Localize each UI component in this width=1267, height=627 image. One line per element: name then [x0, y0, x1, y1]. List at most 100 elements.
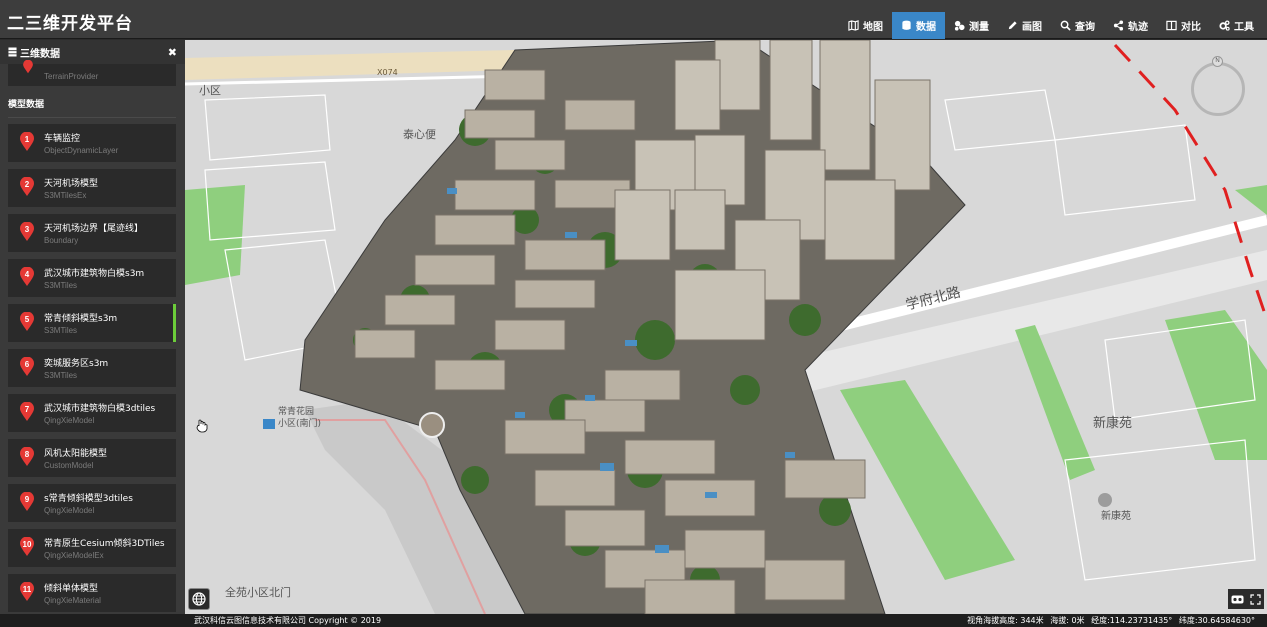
- database-icon: [8, 47, 17, 57]
- sidebar-title: 三维数据: [20, 48, 60, 60]
- nav-query[interactable]: 查询: [1051, 12, 1104, 39]
- item-name: 风机太阳能模型: [44, 449, 108, 459]
- database-icon: [902, 20, 911, 30]
- item-name: 倾斜单体模型: [44, 584, 99, 594]
- north-side-label: 泰心便: [403, 128, 436, 141]
- top-header: 二三维开发平台 地图 数据 测量 画图 查询 轨迹 对比 工具: [0, 0, 1267, 39]
- pencil-icon: [1008, 21, 1017, 30]
- item-type: QingXieModel: [44, 416, 95, 425]
- view-controls: [1228, 589, 1264, 609]
- section-divider: [8, 117, 176, 118]
- item-number: 8: [24, 450, 30, 459]
- terrain-type: TerrainProvider: [44, 72, 99, 81]
- item-number: 4: [24, 270, 30, 279]
- item-name: 常青原生Cesium倾斜3DTiles: [44, 539, 165, 549]
- nav-draw-label: 画图: [1022, 22, 1042, 33]
- app-root: 二三维开发平台 地图 数据 测量 画图 查询 轨迹 对比 工具 三维数据 ✖ T…: [0, 0, 1267, 627]
- search-icon: [1060, 20, 1071, 31]
- item-name: 奕城服务区s3m: [44, 359, 109, 369]
- list-item[interactable]: 2 天河机场模型 S3MTilesEx: [8, 169, 176, 207]
- item-number: 3: [24, 225, 30, 234]
- nav-data-label: 数据: [916, 22, 936, 33]
- globe-toggle-button[interactable]: [188, 588, 210, 610]
- map-viewport[interactable]: X074 小区 泰心便 学府北路 新康苑 新康苑 常青花园 小区(南门) 全苑小…: [185, 40, 1267, 614]
- compass-north-icon: N: [1212, 56, 1223, 67]
- list-item[interactable]: 6 奕城服务区s3m S3MTiles: [8, 349, 176, 387]
- map-scene: [185, 40, 1267, 614]
- district-label: 小区: [199, 84, 221, 97]
- item-type: Boundary: [44, 236, 79, 245]
- changqing-garden-gate-label: 小区(南门): [278, 419, 322, 429]
- item-type: QingXieModelEx: [44, 551, 104, 560]
- item-type: S3MTilesEx: [44, 191, 87, 200]
- list-item[interactable]: 5 常青倾斜模型s3m S3MTiles: [8, 304, 176, 342]
- list-item[interactable]: 11 倾斜单体模型 QingXieMaterial: [8, 574, 176, 612]
- item-type: S3MTiles: [44, 281, 78, 290]
- nav-compare-label: 对比: [1181, 22, 1201, 33]
- nav-compare[interactable]: 对比: [1157, 12, 1210, 39]
- list-item[interactable]: 1 车辆监控 ObjectDynamicLayer: [8, 124, 176, 162]
- nav-track-label: 轨迹: [1128, 22, 1148, 33]
- navigation-compass[interactable]: [1191, 62, 1245, 116]
- item-type: QingXieModel: [44, 506, 95, 515]
- hand-cursor-icon: [196, 419, 208, 433]
- gears-icon: [1219, 20, 1230, 31]
- list-item[interactable]: 4 武汉城市建筑物白模s3m S3MTiles: [8, 259, 176, 297]
- list-item[interactable]: 8 风机太阳能模型 CustomModel: [8, 439, 176, 477]
- terrain-item[interactable]: TerrainProvider: [8, 60, 176, 86]
- list-item[interactable]: 3 天河机场边界【尾迹线】 Boundary: [8, 214, 176, 252]
- nav-map[interactable]: 地图: [839, 12, 892, 39]
- item-name: 常青倾斜模型s3m: [44, 314, 118, 324]
- list-item[interactable]: 9 s常青倾斜模型3dtiles QingXieModel: [8, 484, 176, 522]
- item-name: 武汉城市建筑物白模3dtiles: [44, 404, 156, 414]
- map-icon: [848, 20, 859, 31]
- view-height-text: 视角海拔高度: 344米: [967, 616, 1044, 625]
- item-type: QingXieMaterial: [44, 596, 101, 605]
- road-label-x074: X074: [377, 68, 398, 77]
- coordinate-readout: 视角海拔高度: 344米 海拔: 0米 经度:114.23731435° 纬度:…: [963, 615, 1255, 626]
- item-name: 天河机场边界【尾迹线】: [44, 224, 144, 234]
- nav-track[interactable]: 轨迹: [1104, 12, 1157, 39]
- altitude-text: 海拔: 0米: [1050, 616, 1085, 625]
- latitude-text: 纬度:30.64584630°: [1178, 616, 1255, 625]
- vr-icon[interactable]: [1231, 595, 1244, 604]
- share-icon: [1113, 20, 1124, 31]
- copyright-text: 武汉科信云图信息技术有限公司 Copyright © 2019: [194, 616, 382, 625]
- item-type: CustomModel: [44, 461, 94, 470]
- model-list: 1 车辆监控 ObjectDynamicLayer 2 天河机场模型 S3MTilesEx…: [8, 124, 176, 614]
- item-number: 9: [24, 495, 30, 504]
- item-number: 7: [24, 405, 30, 414]
- item-number: 2: [24, 180, 30, 189]
- nav-tools[interactable]: 工具: [1210, 12, 1263, 39]
- list-item[interactable]: 10 常青原生Cesium倾斜3DTiles QingXieModelEx: [8, 529, 176, 567]
- globe-icon: [192, 592, 206, 606]
- item-type: ObjectDynamicLayer: [44, 146, 119, 155]
- nav-map-label: 地图: [863, 22, 883, 33]
- item-name: 武汉城市建筑物白模s3m: [44, 269, 145, 279]
- data-sidebar: 三维数据 ✖ TerrainProvider 模型数据 1 车辆监控 ObjectD…: [0, 40, 185, 614]
- nav-measure-label: 测量: [969, 22, 989, 33]
- columns-icon: [1166, 20, 1177, 31]
- item-name: 天河机场模型: [44, 179, 99, 189]
- nav-draw[interactable]: 画图: [998, 12, 1051, 39]
- fullscreen-icon[interactable]: [1250, 593, 1261, 605]
- nav-query-label: 查询: [1075, 22, 1095, 33]
- item-name: 车辆监控: [44, 134, 81, 144]
- item-number: 11: [22, 585, 32, 594]
- main-nav: 地图 数据 测量 画图 查询 轨迹 对比 工具: [839, 12, 1263, 39]
- nav-data[interactable]: 数据: [892, 12, 945, 39]
- quanyuan-gate-label: 全苑小区北门: [225, 586, 291, 599]
- close-icon[interactable]: ✖: [168, 46, 177, 59]
- measure-icon: [954, 20, 965, 31]
- xinkangyuan-poi-label: 新康苑: [1101, 511, 1131, 522]
- item-number: 6: [24, 360, 30, 369]
- nav-tools-label: 工具: [1234, 22, 1254, 33]
- nav-measure[interactable]: 测量: [945, 12, 998, 39]
- item-number: 10: [22, 540, 32, 549]
- list-item[interactable]: 7 武汉城市建筑物白模3dtiles QingXieModel: [8, 394, 176, 432]
- longitude-text: 经度:114.23731435°: [1091, 616, 1173, 625]
- app-title: 二三维开发平台: [7, 14, 133, 34]
- map-pin-icon: [23, 60, 33, 74]
- status-bar: 武汉科信云图信息技术有限公司 Copyright © 2019 视角海拔高度: …: [0, 614, 1267, 627]
- item-type: S3MTiles: [44, 326, 78, 335]
